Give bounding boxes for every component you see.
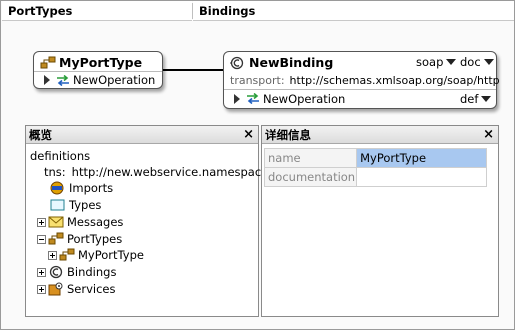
- tree-item-messages[interactable]: Messages: [37, 214, 123, 230]
- connector-line: [163, 69, 225, 71]
- operation-mode-select[interactable]: def: [460, 92, 492, 106]
- tree-tns[interactable]: tns: http://new.webservice.namespace: [44, 164, 268, 180]
- services-icon: [48, 282, 64, 296]
- operation-icon: [246, 92, 260, 105]
- wsdl-design-view: PortTypes Bindings MyPortType NewOperati…: [0, 0, 515, 330]
- imports-label: Imports: [69, 181, 114, 195]
- properties-table: name MyPortType documentation: [263, 148, 488, 187]
- porttype-icon: [59, 248, 75, 262]
- binding-operation-row[interactable]: NewOperation def: [224, 89, 496, 107]
- transport-label: transport:: [230, 73, 285, 87]
- binding-transport-row: transport: http://schemas.xmlsoap.org/so…: [224, 71, 500, 89]
- tree-item-imports[interactable]: Imports: [50, 180, 113, 196]
- binding-encoding-value: doc: [460, 55, 481, 69]
- property-value-name[interactable]: MyPortType: [356, 148, 488, 168]
- expand-plus-icon[interactable]: [48, 250, 57, 260]
- porttype-operation-label: NewOperation: [73, 73, 156, 87]
- types-label: Types: [69, 198, 102, 212]
- transport-value[interactable]: http://schemas.xmlsoap.org/soap/http: [290, 74, 500, 87]
- tree-item-bindings[interactable]: Bindings: [37, 264, 116, 280]
- operation-mode-value: def: [460, 92, 479, 106]
- bindings-label: Bindings: [67, 265, 117, 279]
- porttypes-label: PortTypes: [67, 232, 123, 246]
- messages-icon: [48, 215, 64, 229]
- expand-triangle-icon[interactable]: [44, 75, 50, 85]
- close-icon[interactable]: ×: [243, 126, 254, 144]
- chevron-down-icon: [483, 59, 494, 65]
- tns-label: tns:: [44, 165, 66, 179]
- binding-style-select[interactable]: soap: [416, 55, 457, 69]
- property-value-documentation[interactable]: [356, 167, 488, 187]
- tree-root-definitions[interactable]: definitions: [30, 148, 90, 164]
- porttype-box[interactable]: MyPortType NewOperation: [33, 51, 163, 89]
- tree-root-label: definitions: [30, 149, 91, 163]
- collapse-minus-icon[interactable]: [37, 234, 46, 244]
- details-panel: 详细信息 × name MyPortType documentation: [261, 125, 499, 317]
- tns-value: http://new.webservice.namespace: [71, 165, 269, 179]
- property-row-name[interactable]: name MyPortType: [263, 148, 488, 168]
- tree-item-types[interactable]: Types: [50, 197, 101, 213]
- chevron-down-icon: [481, 96, 492, 102]
- services-label: Services: [67, 282, 116, 296]
- chevron-down-icon: [446, 59, 457, 65]
- tree-item-myporttype[interactable]: MyPortType: [48, 247, 144, 263]
- messages-label: Messages: [67, 215, 124, 229]
- porttype-icon: [48, 232, 64, 246]
- operation-icon: [56, 74, 70, 86]
- myporttype-label: MyPortType: [78, 248, 144, 262]
- types-icon: [50, 198, 66, 212]
- binding-title: NewBinding: [249, 55, 334, 70]
- porttype-operation-row[interactable]: NewOperation: [34, 71, 162, 88]
- close-icon[interactable]: ×: [483, 126, 494, 144]
- imports-icon: [50, 181, 66, 195]
- property-key: documentation: [263, 167, 358, 187]
- expand-triangle-icon[interactable]: [234, 93, 240, 104]
- details-title-text: 详细信息: [265, 128, 311, 142]
- property-row-documentation[interactable]: documentation: [263, 167, 488, 187]
- porttype-title: MyPortType: [59, 55, 143, 70]
- binding-operation-label: NewOperation: [263, 91, 346, 106]
- expand-plus-icon[interactable]: [37, 267, 46, 277]
- tree-item-porttypes[interactable]: PortTypes: [37, 231, 122, 247]
- tree-item-services[interactable]: Services: [37, 281, 116, 297]
- porttype-icon: [40, 56, 56, 70]
- porttypes-column-header: PortTypes: [2, 1, 192, 21]
- expand-plus-icon[interactable]: [37, 217, 46, 227]
- binding-style-value: soap: [416, 55, 444, 69]
- binding-encoding-select[interactable]: doc: [460, 55, 494, 69]
- bindings-column-header: Bindings: [193, 1, 514, 21]
- overview-panel: 概览 × definitions tns: http://new.webserv…: [25, 125, 268, 317]
- property-key: name: [263, 148, 358, 168]
- details-panel-title: 详细信息 ×: [262, 126, 498, 144]
- binding-icon: [230, 56, 246, 70]
- overview-title-text: 概览: [29, 128, 52, 142]
- expand-plus-icon[interactable]: [37, 284, 46, 294]
- binding-box[interactable]: NewBinding soap doc transport: http://sc…: [223, 51, 500, 109]
- binding-icon: [48, 265, 64, 279]
- overview-panel-title: 概览 ×: [26, 126, 258, 144]
